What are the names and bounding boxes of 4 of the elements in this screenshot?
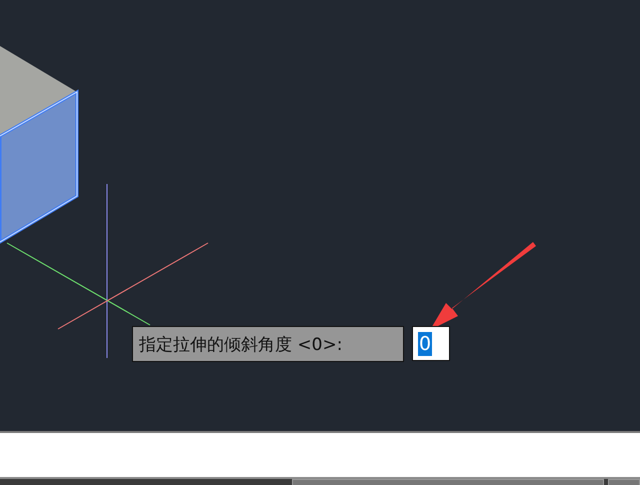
prompt-label: 指定拉伸的倾斜角度 <0>: [132, 326, 404, 362]
command-line-field[interactable] [0, 431, 640, 479]
angle-input-field[interactable]: 0 [412, 326, 450, 361]
crosshair-icon [6, 184, 208, 358]
